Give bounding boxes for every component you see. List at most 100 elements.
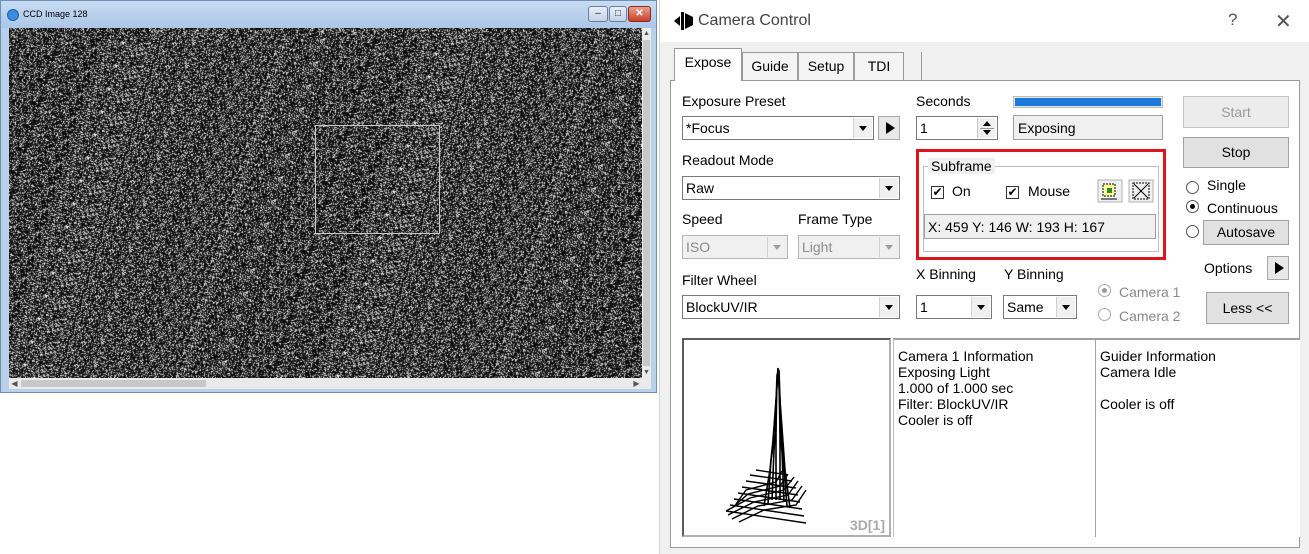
close-icon: ✕ xyxy=(635,8,644,19)
chevron-down-icon xyxy=(853,118,872,138)
plot-label: 3D[1] xyxy=(849,517,885,533)
start-button[interactable]: Start xyxy=(1183,96,1289,128)
app-icon xyxy=(7,9,19,21)
camera2-radio[interactable] xyxy=(1098,308,1111,321)
vertical-scrollbar[interactable]: ▲ ▼ xyxy=(642,28,651,378)
spinner-divider xyxy=(980,128,994,129)
frame-type-value: Light xyxy=(802,239,833,255)
y-binning-value: Same xyxy=(1007,299,1044,315)
ccd-image-window: CCD Image 128 – □ ✕ ▲ ▼ ◀ ▶ xyxy=(0,0,657,393)
subframe-group xyxy=(923,166,1159,252)
readout-mode-label: Readout Mode xyxy=(682,152,774,168)
subframe-full-frame-icon[interactable] xyxy=(1128,179,1154,203)
chevron-down-icon xyxy=(879,297,898,317)
camera-info-panel: Camera 1 Information Exposing Light 1.00… xyxy=(893,338,1095,537)
scroll-up-icon[interactable]: ▲ xyxy=(642,29,651,38)
seconds-spinner[interactable] xyxy=(977,118,996,138)
continuous-radio[interactable] xyxy=(1186,200,1199,213)
camera-info-line: Filter: BlockUV/IR xyxy=(898,396,1009,412)
help-icon[interactable]: ? xyxy=(1228,10,1237,30)
tab-setup[interactable]: Setup xyxy=(798,52,854,80)
subframe-select-icon[interactable] xyxy=(1097,179,1123,203)
subframe-coords: X: 459 Y: 146 W: 193 H: 167 xyxy=(928,219,1105,235)
guider-info-line: Cooler is off xyxy=(1100,396,1175,412)
scroll-corner xyxy=(642,378,651,389)
speed-label: Speed xyxy=(682,211,723,227)
subframe-on-label: On xyxy=(952,183,971,199)
exposure-status-box: Exposing xyxy=(1013,115,1163,140)
subframe-mouse-label: Mouse xyxy=(1028,183,1071,199)
guider-info-panel: Guider Information Camera Idle Cooler is… xyxy=(1095,338,1300,537)
exposure-progress-fill xyxy=(1015,98,1161,106)
single-label: Single xyxy=(1207,177,1246,193)
camera-control-logo-icon xyxy=(674,12,693,30)
maximize-icon: □ xyxy=(614,8,622,19)
camera-control-dialog: Camera Control ? ✕ Expose Guide Setup TD… xyxy=(659,0,1309,554)
exposure-preset-select[interactable]: *Focus xyxy=(682,116,874,140)
autosave-button[interactable]: Autosave xyxy=(1203,220,1289,245)
vertical-scroll-thumb[interactable] xyxy=(643,40,650,366)
filter-wheel-select[interactable]: BlockUV/IR xyxy=(682,295,900,319)
guider-info-line: Guider Information xyxy=(1100,348,1216,364)
scroll-right-icon[interactable]: ▶ xyxy=(632,378,641,389)
spin-down-icon[interactable] xyxy=(983,130,991,135)
options-menu-button[interactable] xyxy=(1267,256,1289,280)
minimize-icon: – xyxy=(595,8,601,19)
camera-info-line: Cooler is off xyxy=(898,412,973,428)
frame-type-label: Frame Type xyxy=(798,211,873,227)
exposure-progress-bar xyxy=(1013,96,1163,108)
tab-guide[interactable]: Guide xyxy=(742,52,798,80)
dialog-title: Camera Control xyxy=(698,12,811,29)
filter-wheel-value: BlockUV/IR xyxy=(686,299,758,315)
subframe-mouse-checkbox[interactable]: ✔ xyxy=(1006,186,1019,199)
camera1-radio[interactable] xyxy=(1098,284,1111,297)
camera-info-line: Camera 1 Information xyxy=(898,348,1034,364)
scroll-left-icon[interactable]: ◀ xyxy=(10,378,19,389)
y-binning-label: Y Binning xyxy=(1004,266,1064,282)
filter-wheel-label: Filter Wheel xyxy=(682,272,757,288)
options-label: Options xyxy=(1204,260,1253,276)
guider-info-line: Camera Idle xyxy=(1100,364,1177,380)
spin-up-icon[interactable] xyxy=(983,121,991,126)
dialog-titlebar[interactable]: Camera Control ? ✕ xyxy=(660,0,1309,42)
exposure-preset-value: *Focus xyxy=(686,120,730,136)
camera-info-line: Exposing Light xyxy=(898,364,990,380)
horizontal-scroll-thumb[interactable] xyxy=(21,380,206,387)
subframe-coords-box: X: 459 Y: 146 W: 193 H: 167 xyxy=(924,214,1156,239)
scroll-down-icon[interactable]: ▼ xyxy=(642,368,651,377)
autosave-radio[interactable] xyxy=(1186,225,1199,238)
speed-select[interactable]: ISO xyxy=(682,235,788,259)
continuous-label: Continuous xyxy=(1207,200,1278,216)
seconds-input[interactable]: 1 xyxy=(916,116,998,140)
x-binning-select[interactable]: 1 xyxy=(916,295,992,319)
horizontal-scrollbar[interactable]: ◀ ▶ xyxy=(9,378,642,389)
y-binning-select[interactable]: Same xyxy=(1003,295,1077,319)
readout-mode-select[interactable]: Raw xyxy=(682,176,900,200)
stop-button[interactable]: Stop xyxy=(1183,137,1289,168)
subframe-on-checkbox[interactable]: ✔ xyxy=(931,186,944,199)
readout-mode-value: Raw xyxy=(686,180,715,196)
ccd-image-canvas[interactable] xyxy=(9,28,650,378)
single-radio[interactable] xyxy=(1186,181,1199,194)
dialog-close-icon[interactable]: ✕ xyxy=(1275,9,1292,34)
exposure-preset-menu-button[interactable] xyxy=(878,116,900,140)
frame-type-select[interactable]: Light xyxy=(798,235,900,259)
camera-info-line: 1.000 of 1.000 sec xyxy=(898,380,1014,396)
chevron-down-icon xyxy=(971,297,990,317)
tab-expose[interactable]: Expose xyxy=(674,48,742,81)
x-binning-value: 1 xyxy=(920,299,928,315)
tab-tdi[interactable]: TDI xyxy=(854,52,904,80)
chevron-down-icon xyxy=(1056,297,1075,317)
seconds-label: Seconds xyxy=(916,93,971,109)
speed-value: ISO xyxy=(686,239,711,255)
camera1-label: Camera 1 xyxy=(1119,284,1181,300)
subframe-rectangle[interactable] xyxy=(315,125,440,234)
less-button[interactable]: Less << xyxy=(1206,292,1289,324)
close-button[interactable]: ✕ xyxy=(628,6,651,22)
minimize-button[interactable]: – xyxy=(588,6,608,22)
maximize-button[interactable]: □ xyxy=(609,6,627,22)
ccd-titlebar[interactable]: CCD Image 128 – □ ✕ xyxy=(1,1,656,28)
tab-strip-end xyxy=(904,52,922,80)
ccd-window-title: CCD Image 128 xyxy=(23,9,88,19)
exposure-preset-label: Exposure Preset xyxy=(682,93,786,109)
